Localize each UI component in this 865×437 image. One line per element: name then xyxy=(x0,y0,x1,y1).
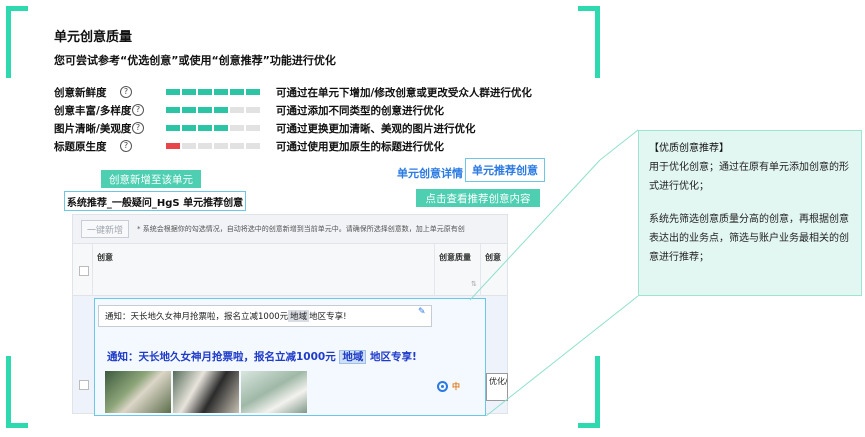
help-icon[interactable]: ? xyxy=(132,122,144,134)
metric-description: 可通过在单元下增加/修改创意或更改受众人群进行优化 xyxy=(276,86,532,99)
score-segment xyxy=(230,89,244,95)
quality-indicator: 中 xyxy=(437,381,460,392)
score-segment xyxy=(230,107,244,113)
score-segment xyxy=(166,89,180,95)
metric-description: 可通过添加不同类型的创意进行优化 xyxy=(276,104,444,117)
score-segment xyxy=(214,143,228,149)
score-segment xyxy=(198,107,212,113)
score-segment xyxy=(182,107,196,113)
side-note-panel: 【优质创意推荐】 用于优化创意；通过在原有单元添加创意的形式进行优化； 系统先筛… xyxy=(638,130,862,296)
toolbar-note: * 系统会根据你的勾选情况，自动将选中的创意新增到当前单元中。请确保所选择创意数… xyxy=(137,225,465,233)
score-segment xyxy=(166,125,180,131)
annotation-add-to-unit: 创意新增至该单元 xyxy=(101,170,201,188)
wedding-photo-thumbnail[interactable] xyxy=(173,371,239,413)
score-segment xyxy=(198,143,212,149)
frame-corner-bottom-right xyxy=(578,356,600,428)
quality-level: 中 xyxy=(452,382,460,391)
score-segment xyxy=(230,125,244,131)
frame-corner-bottom-left xyxy=(6,356,28,428)
unit-creative-detail-link[interactable]: 单元创意详情 xyxy=(397,165,463,181)
page-title: 单元创意质量 xyxy=(54,30,133,45)
preview-title-suffix: 地区专享! xyxy=(370,351,417,363)
score-segment xyxy=(182,125,196,131)
score-segment xyxy=(166,107,180,113)
frame-corner-top-left xyxy=(6,6,28,78)
batch-add-button[interactable]: 一键新增 xyxy=(81,220,129,238)
metric-label: 创意丰富/多样度 xyxy=(54,104,132,117)
score-segment xyxy=(246,125,260,131)
wedding-photo-thumbnail[interactable] xyxy=(105,371,171,413)
select-all-checkbox[interactable] xyxy=(79,266,89,276)
score-segment xyxy=(182,143,196,149)
side-note-line-2: 系统先筛选创意质量分高的创意，再根据创意表达出的业务点，筛选与账户业务最相关的创… xyxy=(649,214,849,263)
table-header: 创意 创意质量 创意 ⇅ xyxy=(72,244,508,296)
score-segment xyxy=(246,143,260,149)
score-segment xyxy=(214,125,228,131)
side-note-line-1: 用于优化创意；通过在原有单元添加创意的形式进行优化； xyxy=(649,162,849,192)
score-segment xyxy=(246,107,260,113)
score-bar xyxy=(166,107,260,113)
preview-title-text: 通知：天长地久女神月抢票啦，报名立减1000元 xyxy=(107,351,336,363)
score-segment xyxy=(214,107,228,113)
score-bar xyxy=(166,143,260,149)
quality-radio-icon xyxy=(437,381,448,392)
column-header-creative-2: 创意 xyxy=(485,253,501,262)
metric-label: 标题原生度 xyxy=(54,140,107,153)
region-wildcard: 地域 xyxy=(288,310,310,322)
row-checkbox[interactable] xyxy=(79,380,89,390)
metric-label: 创意新鲜度 xyxy=(54,86,107,99)
help-icon[interactable]: ? xyxy=(120,140,132,152)
title-suffix: 地区专享! xyxy=(309,312,347,322)
optimize-text-box[interactable]: 优化/长地久 xyxy=(486,373,508,401)
metric-row-title-native: 标题原生度 ? 可通过使用更加原生的标题进行优化 xyxy=(54,138,444,154)
metric-label: 图片清晰/美观度 xyxy=(54,122,132,135)
creative-cell: 通知：天长地久女神月抢票啦，报名立减1000元 地域 地区专享! ✎ 通知：天长… xyxy=(94,298,486,416)
score-segment xyxy=(166,143,180,149)
score-segment xyxy=(214,89,228,95)
wedding-photo-thumbnail[interactable] xyxy=(241,371,307,413)
metric-row-richness: 创意丰富/多样度 ? 可通过添加不同类型的创意进行优化 xyxy=(54,102,444,118)
help-icon[interactable]: ? xyxy=(120,86,132,98)
table-toolbar: 一键新增 * 系统会根据你的勾选情况，自动将选中的创意新增到当前单元中。请确保所… xyxy=(72,214,508,244)
score-segment xyxy=(182,89,196,95)
page-subtitle: 您可尝试参考“优选创意”或使用“创意推荐”功能进行优化 xyxy=(54,54,336,67)
help-icon[interactable]: ? xyxy=(132,104,144,116)
creative-images xyxy=(105,371,307,413)
unit-recommend-creative-button[interactable]: 单元推荐创意 xyxy=(465,158,545,182)
score-bar xyxy=(166,125,260,131)
column-header-quality: 创意质量 xyxy=(439,253,471,262)
metric-description: 可通过更换更加清晰、美观的图片进行优化 xyxy=(276,122,476,135)
score-segment xyxy=(198,89,212,95)
metric-row-image-clarity: 图片清晰/美观度 ? 可通过更换更加清晰、美观的图片进行优化 xyxy=(54,120,476,136)
system-recommend-title: 系统推荐_一般疑问_HgS 单元推荐创意 xyxy=(64,191,246,211)
preview-region-wildcard: 地域 xyxy=(339,350,367,364)
score-segment xyxy=(246,89,260,95)
edit-icon[interactable]: ✎ xyxy=(418,307,426,317)
metric-description: 可通过使用更加原生的标题进行优化 xyxy=(276,140,444,153)
creative-title-input[interactable]: 通知：天长地久女神月抢票啦，报名立减1000元 地域 地区专享! xyxy=(98,305,432,327)
creative-preview-title: 通知：天长地久女神月抢票啦，报名立减1000元 地域 地区专享! xyxy=(107,349,417,364)
title-text: 通知：天长地久女神月抢票啦，报名立减1000元 xyxy=(105,312,289,322)
score-segment xyxy=(198,125,212,131)
frame-corner-top-right xyxy=(578,6,600,78)
connector-line xyxy=(599,129,639,161)
column-header-creative: 创意 xyxy=(97,253,113,262)
annotation-click-view: 点击查看推荐创意内容 xyxy=(416,189,540,207)
score-segment xyxy=(230,143,244,149)
connector-line xyxy=(485,295,639,417)
score-bar xyxy=(166,89,260,95)
metric-row-freshness: 创意新鲜度 ? 可通过在单元下增加/修改创意或更改受众人群进行优化 xyxy=(54,84,532,100)
sort-icon[interactable]: ⇅ xyxy=(471,280,477,288)
side-note-heading: 【优质创意推荐】 xyxy=(649,143,729,154)
